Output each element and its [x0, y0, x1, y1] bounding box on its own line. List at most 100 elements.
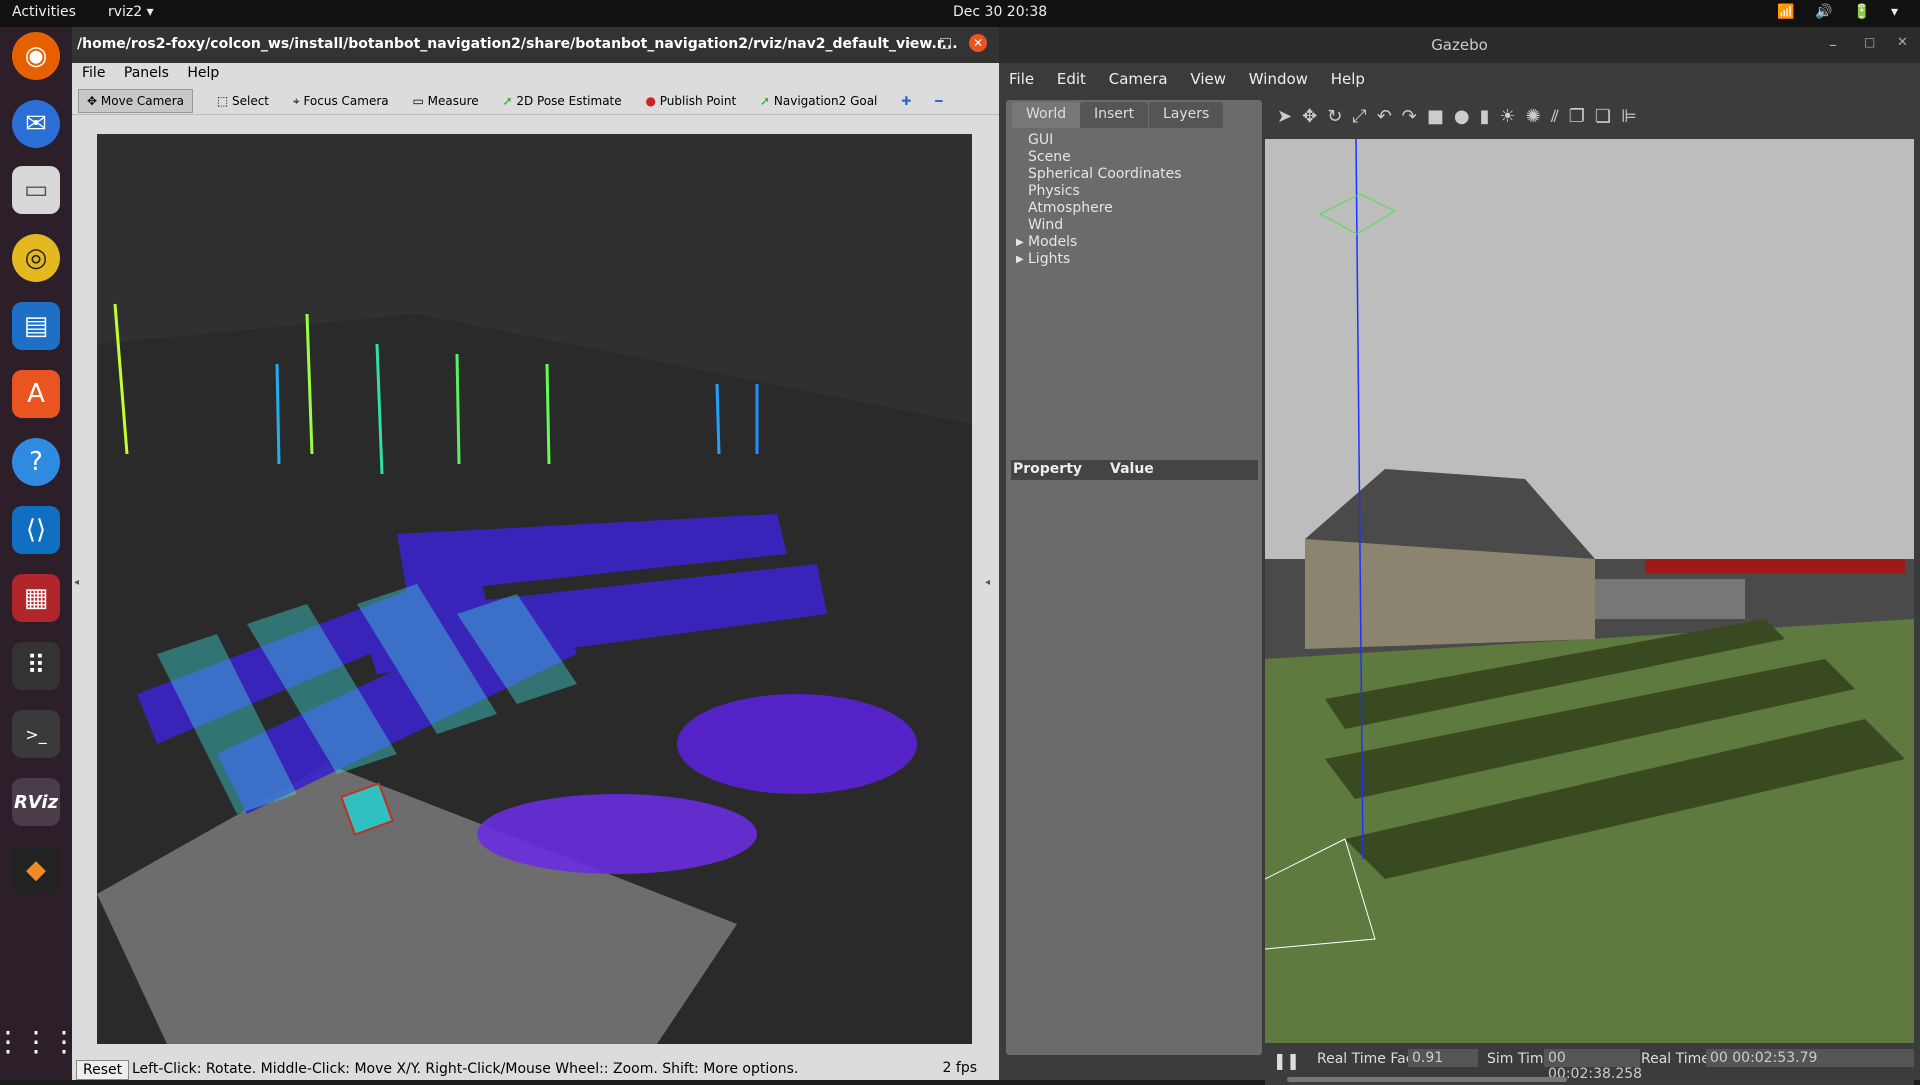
terminal-icon[interactable]: >_: [12, 710, 60, 758]
cylinder-icon[interactable]: ▮: [1480, 106, 1500, 127]
move-camera-tool[interactable]: ✥ Move Camera: [78, 89, 193, 113]
undo-icon[interactable]: ↶: [1377, 106, 1402, 127]
lights-label: Lights: [1028, 251, 1071, 267]
move-icon: ✥: [87, 94, 98, 108]
firefox-icon[interactable]: ◉: [12, 32, 60, 80]
tab-layers[interactable]: Layers: [1149, 102, 1224, 128]
gz-menu-camera[interactable]: Camera: [1109, 70, 1168, 88]
focus-camera-tool[interactable]: ⌖ Focus Camera: [293, 94, 389, 109]
ruler-icon: ▭: [412, 94, 424, 108]
close-icon[interactable]: ✕: [969, 34, 987, 52]
left-dock-handle-icon[interactable]: ◂: [74, 577, 79, 588]
tree-item-physics[interactable]: Physics: [1028, 183, 1182, 200]
focus-camera-label: Focus Camera: [303, 94, 389, 108]
gz-close-icon[interactable]: ✕: [1897, 35, 1908, 50]
writer-icon[interactable]: ▤: [12, 302, 60, 350]
rhythmbox-icon[interactable]: ◎: [12, 234, 60, 282]
terminal-app-icon[interactable]: ▦: [12, 574, 60, 622]
remove-tool-icon[interactable]: ━: [935, 94, 942, 108]
gz-menu-window[interactable]: Window: [1249, 70, 1308, 88]
vscode-icon[interactable]: ⟨⟩: [12, 506, 60, 554]
select-tool[interactable]: ⬚ Select: [217, 94, 269, 108]
gazebo-3d-view[interactable]: ➤✥↻⤢↶↷■●▮☀✺⫽❐❏⊫ ❚❚ Real Time Factor: 0.9…: [1265, 100, 1914, 1085]
tree-item-spherical[interactable]: Spherical Coordinates: [1028, 166, 1182, 183]
rotate-icon[interactable]: ↻: [1327, 106, 1352, 127]
gz-menu-view[interactable]: View: [1190, 70, 1226, 88]
pin-icon: ●: [645, 94, 656, 108]
tree-item-gui[interactable]: GUI: [1028, 132, 1182, 149]
right-dock-handle-icon[interactable]: ◂: [985, 577, 990, 588]
arrow-select-icon[interactable]: ➤: [1277, 106, 1302, 127]
dirlight-icon[interactable]: ⫽: [1551, 106, 1569, 127]
show-apps-icon[interactable]: ⋮⋮⋮: [0, 1017, 78, 1065]
rtf-value: 0.91: [1408, 1049, 1478, 1067]
gazebo-scene: [1265, 138, 1914, 1044]
models-label: Models: [1028, 234, 1078, 250]
nav-goal-tool[interactable]: ➚ Navigation2 Goal: [760, 94, 877, 108]
measure-tool[interactable]: ▭ Measure: [412, 94, 478, 108]
box-icon[interactable]: ■: [1427, 106, 1454, 127]
mouse-hint: Left-Click: Rotate. Middle-Click: Move X…: [132, 1061, 799, 1077]
goal-arrow-icon: ➚: [760, 94, 771, 108]
window-title: /home/ros2-foxy/colcon_ws/install/botanb…: [77, 36, 958, 52]
redo-icon[interactable]: ↷: [1402, 106, 1427, 127]
system-tray[interactable]: 📶 🔊 🔋 ▾: [1777, 4, 1906, 20]
dock: ◉ ✉ ▭ ◎ ▤ A ? ⟨⟩ ▦ ⠿ >_ RViz ◆ ⋮⋮⋮: [0, 27, 78, 1080]
spotlight-icon[interactable]: ✺: [1526, 106, 1551, 127]
world-tree: GUI Scene Spherical Coordinates Physics …: [1016, 132, 1182, 268]
gazebo-footer: ❚❚ Real Time Factor: 0.91 Sim Time: 00 0…: [1265, 1043, 1914, 1085]
paste-icon[interactable]: ❏: [1595, 106, 1621, 127]
property-header: Property Value: [1011, 460, 1258, 480]
clock[interactable]: Dec 30 20:38: [953, 4, 1047, 20]
copy-icon[interactable]: ❐: [1569, 106, 1595, 127]
menu-panels[interactable]: Panels: [124, 65, 169, 81]
nav-goal-label: Navigation2 Goal: [773, 94, 878, 108]
pointcloud-scene: [97, 303, 972, 1044]
scale-icon[interactable]: ⤢: [1352, 106, 1376, 127]
activities-button[interactable]: Activities: [12, 4, 76, 20]
rviz-status-bar: Reset Left-Click: Rotate. Middle-Click: …: [72, 1055, 999, 1080]
add-tool-icon[interactable]: ✚: [901, 94, 911, 108]
menu-help[interactable]: Help: [187, 65, 219, 81]
property-col: Property: [1013, 461, 1083, 477]
menu-file[interactable]: File: [82, 65, 105, 81]
gz-menu-edit[interactable]: Edit: [1057, 70, 1086, 88]
help-icon[interactable]: ?: [12, 438, 60, 486]
gazebo-window: Gazebo – □ ✕ File Edit Camera View Windo…: [999, 27, 1920, 1085]
gz-menu-file[interactable]: File: [1009, 70, 1034, 88]
tree-item-models[interactable]: ▶ Models: [1016, 234, 1182, 251]
layers-icon[interactable]: ◆: [12, 846, 60, 894]
tree-item-lights[interactable]: ▶ Lights: [1016, 251, 1182, 268]
rviz-icon[interactable]: RViz: [12, 778, 60, 826]
tree-item-atmosphere[interactable]: Atmosphere: [1028, 200, 1182, 217]
gz-menu-help[interactable]: Help: [1331, 70, 1365, 88]
reset-button[interactable]: Reset: [76, 1060, 130, 1080]
sun-icon[interactable]: ☀: [1500, 106, 1526, 127]
maximize-icon[interactable]: □: [939, 35, 952, 51]
expand-icon: ▶: [1016, 254, 1024, 265]
rviz-3d-view[interactable]: [97, 134, 972, 1044]
rviz-menu-bar: File Panels Help: [72, 65, 999, 83]
pause-icon[interactable]: ❚❚: [1273, 1051, 1300, 1070]
publish-point-tool[interactable]: ● Publish Point: [645, 94, 736, 108]
gz-minimize-icon[interactable]: –: [1829, 35, 1837, 54]
apps-grid-icon[interactable]: ⠿: [12, 642, 60, 690]
software-icon[interactable]: A: [12, 370, 60, 418]
pose-estimate-label: 2D Pose Estimate: [516, 94, 622, 108]
publish-point-label: Publish Point: [659, 94, 737, 108]
tree-item-wind[interactable]: Wind: [1028, 217, 1182, 234]
tab-insert[interactable]: Insert: [1080, 102, 1149, 128]
minimize-icon[interactable]: –: [907, 35, 914, 51]
app-menu[interactable]: rviz2 ▾: [108, 4, 154, 20]
sphere-icon[interactable]: ●: [1454, 106, 1480, 127]
gazebo-left-panel: World Insert Layers GUI Scene Spherical …: [1006, 100, 1262, 1055]
files-icon[interactable]: ▭: [12, 166, 60, 214]
thunderbird-icon[interactable]: ✉: [12, 100, 60, 148]
gz-maximize-icon[interactable]: □: [1864, 35, 1875, 49]
pose-estimate-tool[interactable]: ➚ 2D Pose Estimate: [502, 94, 621, 108]
align-icon[interactable]: ⊫: [1621, 106, 1647, 127]
translate-icon[interactable]: ✥: [1302, 106, 1327, 127]
pose-arrow-icon: ➚: [502, 94, 513, 108]
tree-item-scene[interactable]: Scene: [1028, 149, 1182, 166]
tab-world[interactable]: World: [1012, 102, 1081, 128]
